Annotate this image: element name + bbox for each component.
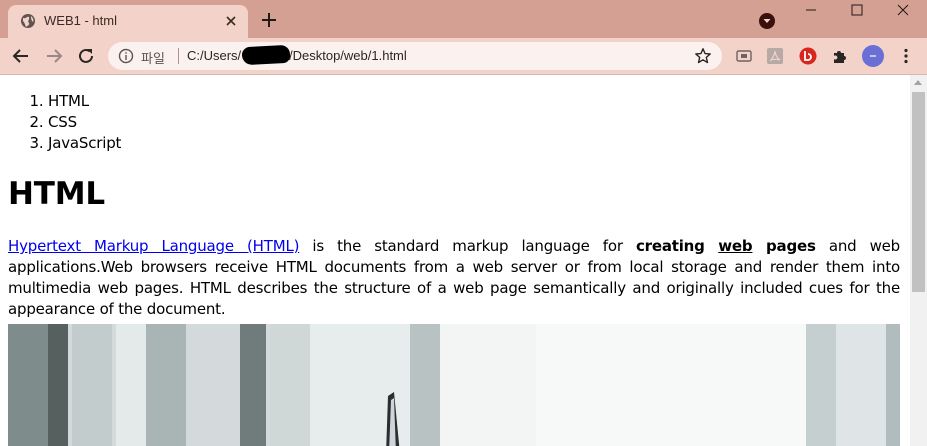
kebab-menu-icon[interactable] [897,47,915,65]
page-heading: HTML [8,176,105,212]
maximize-icon[interactable] [834,0,880,30]
window-close-icon[interactable] [880,0,926,30]
profile-avatar[interactable] [862,45,884,67]
paragraph-text-1: is the standard markup language for [299,237,636,255]
bold-text-pages: pages [752,237,816,255]
html-wiki-link[interactable]: Hypertext Markup Language (HTML) [8,237,299,255]
reload-icon[interactable] [76,46,96,66]
page-content: HTML CSS JavaScript HTML Hypertext Marku… [8,75,900,320]
tab-search-icon[interactable] [758,12,776,30]
minimize-icon[interactable] [788,0,834,30]
record-extension-icon[interactable] [799,47,817,65]
cast-extension-icon[interactable] [735,47,753,65]
browser-tab[interactable]: WEB1 - html [8,5,248,38]
plus-icon[interactable] [259,10,279,30]
address-bar[interactable]: 파일 C:/Users/ /Desktop/web/1.html [108,42,722,70]
close-icon[interactable] [222,12,240,30]
url-text-end: /Desktop/web/1.html [289,48,407,63]
tab-strip: WEB1 - html [0,0,927,38]
list-item-javascript: JavaScript [48,133,900,154]
list-item-css: CSS [48,112,900,133]
bold-underlined-web: web [718,237,753,255]
tab-title: WEB1 - html [44,13,117,28]
bold-text-creating: creating [635,237,719,255]
address-separator [178,48,179,64]
url-text-start: C:/Users/ [187,48,242,63]
page-viewport: HTML CSS JavaScript HTML Hypertext Marku… [0,75,910,446]
scheme-label: 파일 [141,51,165,66]
info-icon[interactable] [118,48,134,64]
list-item-html: HTML [48,91,900,112]
topic-list: HTML CSS JavaScript [8,91,900,154]
coding-photo [8,324,900,446]
pdf-extension-icon[interactable] [766,47,784,65]
scroll-up-arrow[interactable] [914,80,922,85]
redaction-mark [241,44,291,66]
browser-toolbar: 파일 C:/Users/ /Desktop/web/1.html [0,38,927,75]
intro-paragraph: Hypertext Markup Language (HTML) is the … [8,236,900,320]
arrow-left-icon[interactable] [11,46,31,66]
globe-icon [21,14,35,28]
vertical-scrollbar[interactable] [910,75,927,446]
star-icon[interactable] [694,47,712,65]
arrow-right-icon[interactable] [44,46,64,66]
puzzle-icon[interactable] [831,47,849,65]
scrollbar-thumb[interactable] [912,92,925,292]
